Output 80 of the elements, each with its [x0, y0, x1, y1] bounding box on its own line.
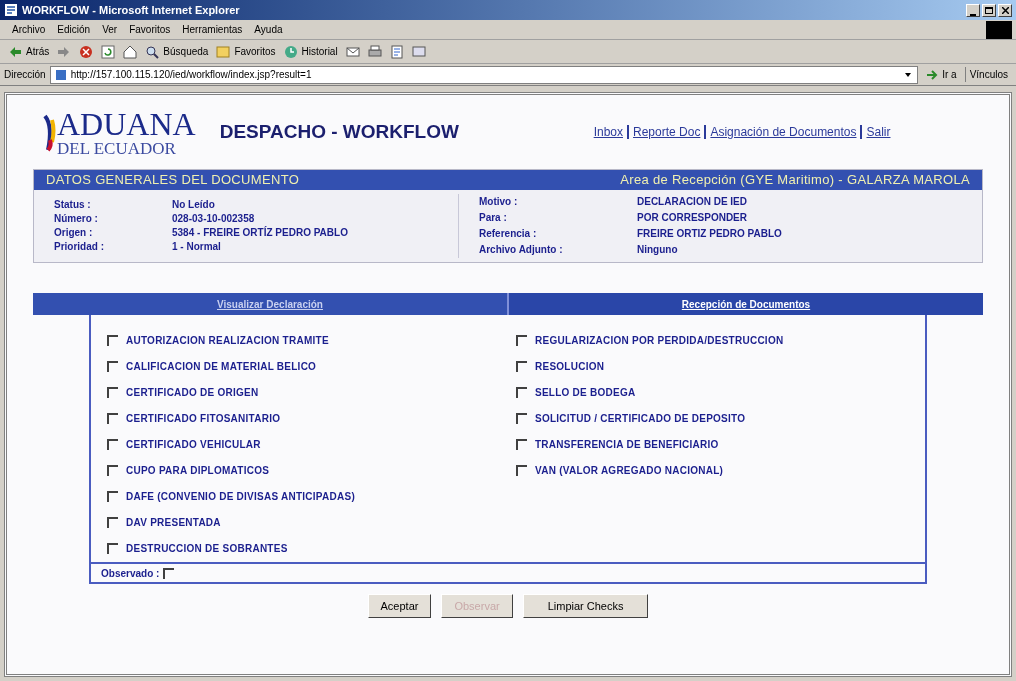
field-label: Origen :	[54, 226, 94, 240]
page-title: DESPACHO - WORKFLOW	[219, 119, 460, 144]
field-label: Número :	[54, 212, 99, 226]
checkbox-label: CERTIFICADO VEHICULAR	[126, 438, 261, 452]
nav-link[interactable]: Salir	[866, 123, 891, 141]
observado-label: Observado :	[101, 566, 160, 581]
checkbox-label: VAN (VALOR AGREGADO NACIONAL)	[535, 464, 724, 478]
checkbox-label: SOLICITUD / CERTIFICADO DE DEPOSITO	[535, 412, 746, 426]
checkbox-label: AUTORIZACION REALIZACION TRAMITE	[126, 334, 329, 348]
toolbar-button[interactable]: Favoritos	[216, 44, 276, 59]
checkbox[interactable]	[163, 567, 175, 579]
page-icon	[54, 68, 67, 81]
minimize-icon	[970, 13, 976, 16]
checkbox-label: DAFE (CONVENIO DE DIVISAS ANTICIPADAS)	[126, 490, 355, 504]
nav-link[interactable]: Inbox	[593, 123, 623, 141]
maximize-icon	[985, 6, 993, 14]
field-value: FREIRE ORTIZ PEDRO PABLO	[637, 227, 782, 241]
area-label: Area de Recepción (GYE Maritimo) - GALARZA MAROLA	[620, 171, 970, 190]
refresh-icon[interactable]	[101, 44, 116, 59]
address-field[interactable]: http://157.100.115.120/ied/workflow/index.jsp?result=1	[49, 65, 919, 84]
mail-icon[interactable]	[345, 44, 360, 59]
printer-icon[interactable]	[367, 44, 382, 59]
field-label: Prioridad :	[54, 240, 105, 254]
checkbox-label: CALIFICACION DE MATERIAL BELICO	[126, 360, 317, 374]
checkbox-label: TRANSFERENCIA DE BENEFICIARIO	[535, 438, 719, 452]
field-value: 1 - Normal	[172, 240, 222, 254]
button[interactable]: Aceptar	[367, 594, 432, 618]
arrow-icon	[926, 68, 939, 81]
checkbox-label: CERTIFICADO FITOSANITARIO	[126, 412, 281, 426]
home-icon[interactable]	[123, 44, 138, 59]
clock-icon	[283, 44, 298, 59]
menu-item[interactable]: Edición	[57, 22, 91, 37]
toolbar-button[interactable]: Búsqueda	[145, 44, 209, 59]
panel-title: DATOS GENERALES DEL DOCUMENTO	[46, 171, 300, 190]
checkbox-label: CERTIFICADO DE ORIGEN	[126, 386, 259, 400]
field-value: 5384 - FREIRE ORTÍZ PEDRO PABLO	[172, 226, 349, 240]
nav-link[interactable]: Reporte Doc	[633, 123, 701, 141]
search-icon	[145, 44, 160, 59]
checkbox-label: DESTRUCCION DE SOBRANTES	[126, 542, 288, 556]
field-value: No Leído	[172, 198, 216, 212]
close-button[interactable]	[998, 3, 1012, 17]
checkbox-label: DAV PRESENTADA	[126, 516, 221, 530]
menu-item[interactable]: Archivo	[12, 22, 46, 37]
logo-subtitle: DEL ECUADOR	[57, 139, 177, 157]
flag-drawing	[43, 112, 57, 152]
field-label: Para :	[479, 211, 508, 225]
go-button[interactable]: Ir a	[922, 67, 961, 82]
minimize-button[interactable]	[966, 3, 980, 17]
address-label: Dirección	[4, 68, 46, 82]
close-icon	[1001, 6, 1009, 14]
field-label: Motivo :	[479, 195, 519, 209]
folder-icon	[216, 44, 231, 59]
maximize-button[interactable]	[982, 3, 996, 17]
menu-item[interactable]: Ver	[102, 22, 118, 37]
nav-link[interactable]: Asignación de Documentos	[710, 123, 857, 141]
window-title: WORKFLOW - Microsoft Internet Explorer	[22, 2, 241, 18]
tab[interactable]: Visualizar Declaración	[33, 293, 507, 315]
document-icon[interactable]	[389, 44, 404, 59]
links-button[interactable]: Vínculos	[964, 67, 1012, 82]
checkbox-label: REGULARIZACION POR PERDIDA/DESTRUCCION	[535, 334, 784, 348]
browser-icon	[4, 3, 18, 17]
field-label: Referencia :	[479, 227, 538, 241]
field-value: Ninguno	[637, 243, 679, 257]
toolbar-button[interactable]: Historial	[283, 44, 338, 59]
field-value: 028-03-10-002358	[172, 212, 256, 226]
field-value: DECLARACION DE IED	[637, 195, 748, 209]
checkbox-label: RESOLUCION	[535, 360, 605, 374]
checkbox-label: CUPO PARA DIPLOMATICOS	[126, 464, 270, 478]
menu-item[interactable]: Herramientas	[182, 22, 243, 37]
menu-item[interactable]: Favoritos	[129, 22, 171, 37]
field-label: Status :	[54, 198, 92, 212]
stop-icon[interactable]	[79, 44, 94, 59]
menu-item[interactable]: Ayuda	[254, 22, 283, 37]
tab[interactable]: Recepción de Documentos	[507, 293, 983, 315]
logo-text: ADUANA	[57, 107, 196, 140]
button[interactable]: Limpiar Checks	[522, 594, 649, 618]
field-label: Archivo Adjunto :	[479, 243, 564, 257]
toolbar-button[interactable]: Atrás	[8, 44, 50, 59]
checkbox-label: SELLO DE BODEGA	[535, 386, 636, 400]
field-value: POR CORRESPONDER	[637, 211, 748, 225]
